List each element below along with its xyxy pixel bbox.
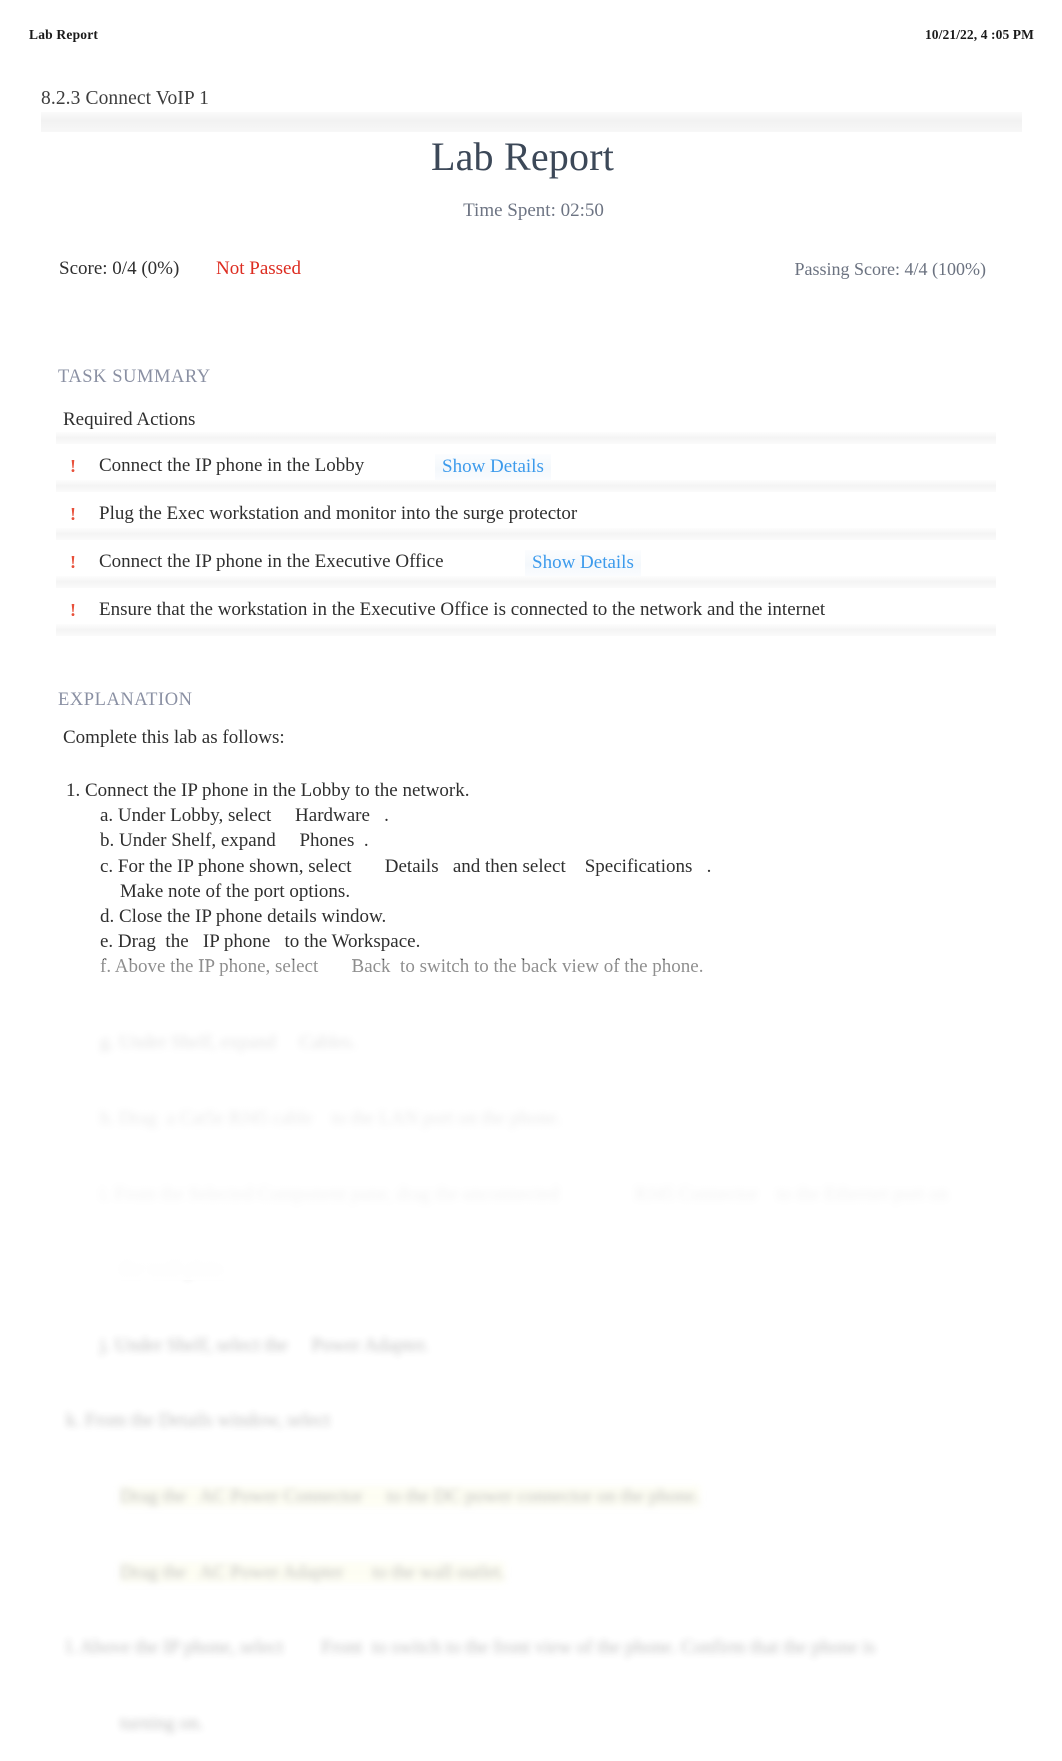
explanation-heading: EXPLANATION — [58, 690, 193, 710]
list-item: turning on. — [120, 1712, 204, 1734]
required-action-label: Ensure that the workstation in the Execu… — [99, 599, 826, 620]
row-divider-band — [56, 480, 996, 492]
score-value: Score: 0/4 (0%) — [59, 258, 180, 279]
header-divider-band — [41, 112, 1022, 132]
table-row: ! Connect the IP phone in the Executive … — [56, 528, 996, 577]
row-divider-band — [56, 624, 996, 636]
show-details-link-lobby[interactable]: Show Details — [435, 454, 551, 481]
explanation-intro: Complete this lab as follows: — [63, 727, 285, 748]
row-divider-band — [56, 528, 996, 540]
lab-id-title: 8.2.3 Connect VoIP 1 — [41, 88, 209, 109]
list-item: Drag the AC Power Connector to the DC po… — [120, 1486, 700, 1508]
table-row: ! Plug the Exec workstation and monitor … — [56, 480, 996, 528]
fade-overlay — [0, 960, 1062, 1280]
list-item: e. Drag the IP phone to the Workspace. — [100, 931, 421, 953]
list-item: k. From the Details window, select — [66, 1410, 331, 1432]
list-item: i. From the Selected Component pane, dra… — [100, 1183, 948, 1205]
table-row: ! Ensure that the workstation in the Exe… — [56, 576, 996, 624]
required-actions-list: ! Connect the IP phone in the Lobby Show… — [56, 432, 996, 636]
required-actions-heading: Required Actions — [63, 409, 196, 430]
warning-icon: ! — [70, 552, 76, 572]
list-item: g. Under Shelf, expand Cables. — [100, 1032, 356, 1054]
warning-icon: ! — [70, 504, 76, 524]
required-action-label: Connect the IP phone in the Executive Of… — [99, 551, 444, 572]
list-item: c. For the IP phone shown, select Detail… — [100, 855, 712, 877]
list-item: a. Under Lobby, select Hardware . — [100, 805, 389, 827]
required-action-label: Plug the Exec workstation and monitor in… — [99, 503, 578, 524]
list-item: Make note of the port options. — [120, 880, 351, 902]
print-header: Lab Report 10/21/22, 4 :05 PM — [0, 27, 1062, 49]
blurred-explanation-tail: g. Under Shelf, expand Cables. h. Drag a… — [62, 980, 1022, 1761]
list-item: d. Close the IP phone details window. — [100, 906, 387, 928]
print-header-title: Lab Report — [29, 27, 99, 42]
required-action-label: Connect the IP phone in the Lobby — [99, 455, 365, 476]
warning-icon: ! — [70, 600, 76, 620]
task-summary-heading: TASK SUMMARY — [58, 367, 211, 387]
warning-icon: ! — [70, 456, 76, 476]
table-row: ! Connect the IP phone in the Lobby Show… — [56, 432, 996, 481]
row-divider-band — [56, 576, 996, 588]
list-item: Drag the AC Power Adapter to the wall ou… — [120, 1561, 506, 1583]
explanation-steps: 1. Connect the IP phone in the Lobby to … — [62, 778, 1022, 980]
list-item: h. Drag a Cat5e RJ45 cable to the LAN po… — [100, 1108, 562, 1130]
list-item: b. Under Shelf, expand Phones . — [100, 830, 369, 852]
list-item: f. Above the IP phone, select Back to sw… — [100, 956, 704, 978]
print-header-timestamp: 10/21/22, 4 :05 PM — [924, 27, 1034, 42]
time-spent-label: Time Spent: 02:50 — [463, 200, 604, 221]
row-divider-band — [56, 432, 996, 444]
status-badge: Not Passed — [216, 258, 301, 279]
score-row: Score: 0/4 (0%) Not Passed Passing Score… — [0, 258, 1062, 286]
list-item: 1. Connect the IP phone in the Lobby to … — [66, 780, 470, 801]
passing-score-value: Passing Score: 4/4 (100%) — [794, 259, 986, 279]
page-title: Lab Report — [430, 134, 615, 179]
list-item: l. Above the IP phone, select Front to s… — [66, 1637, 876, 1659]
list-item: j. Under Shelf, select the Power Adapter… — [100, 1334, 429, 1356]
list-item: the wall plate. — [120, 1259, 228, 1281]
show-details-link-exec-office[interactable]: Show Details — [525, 550, 641, 577]
